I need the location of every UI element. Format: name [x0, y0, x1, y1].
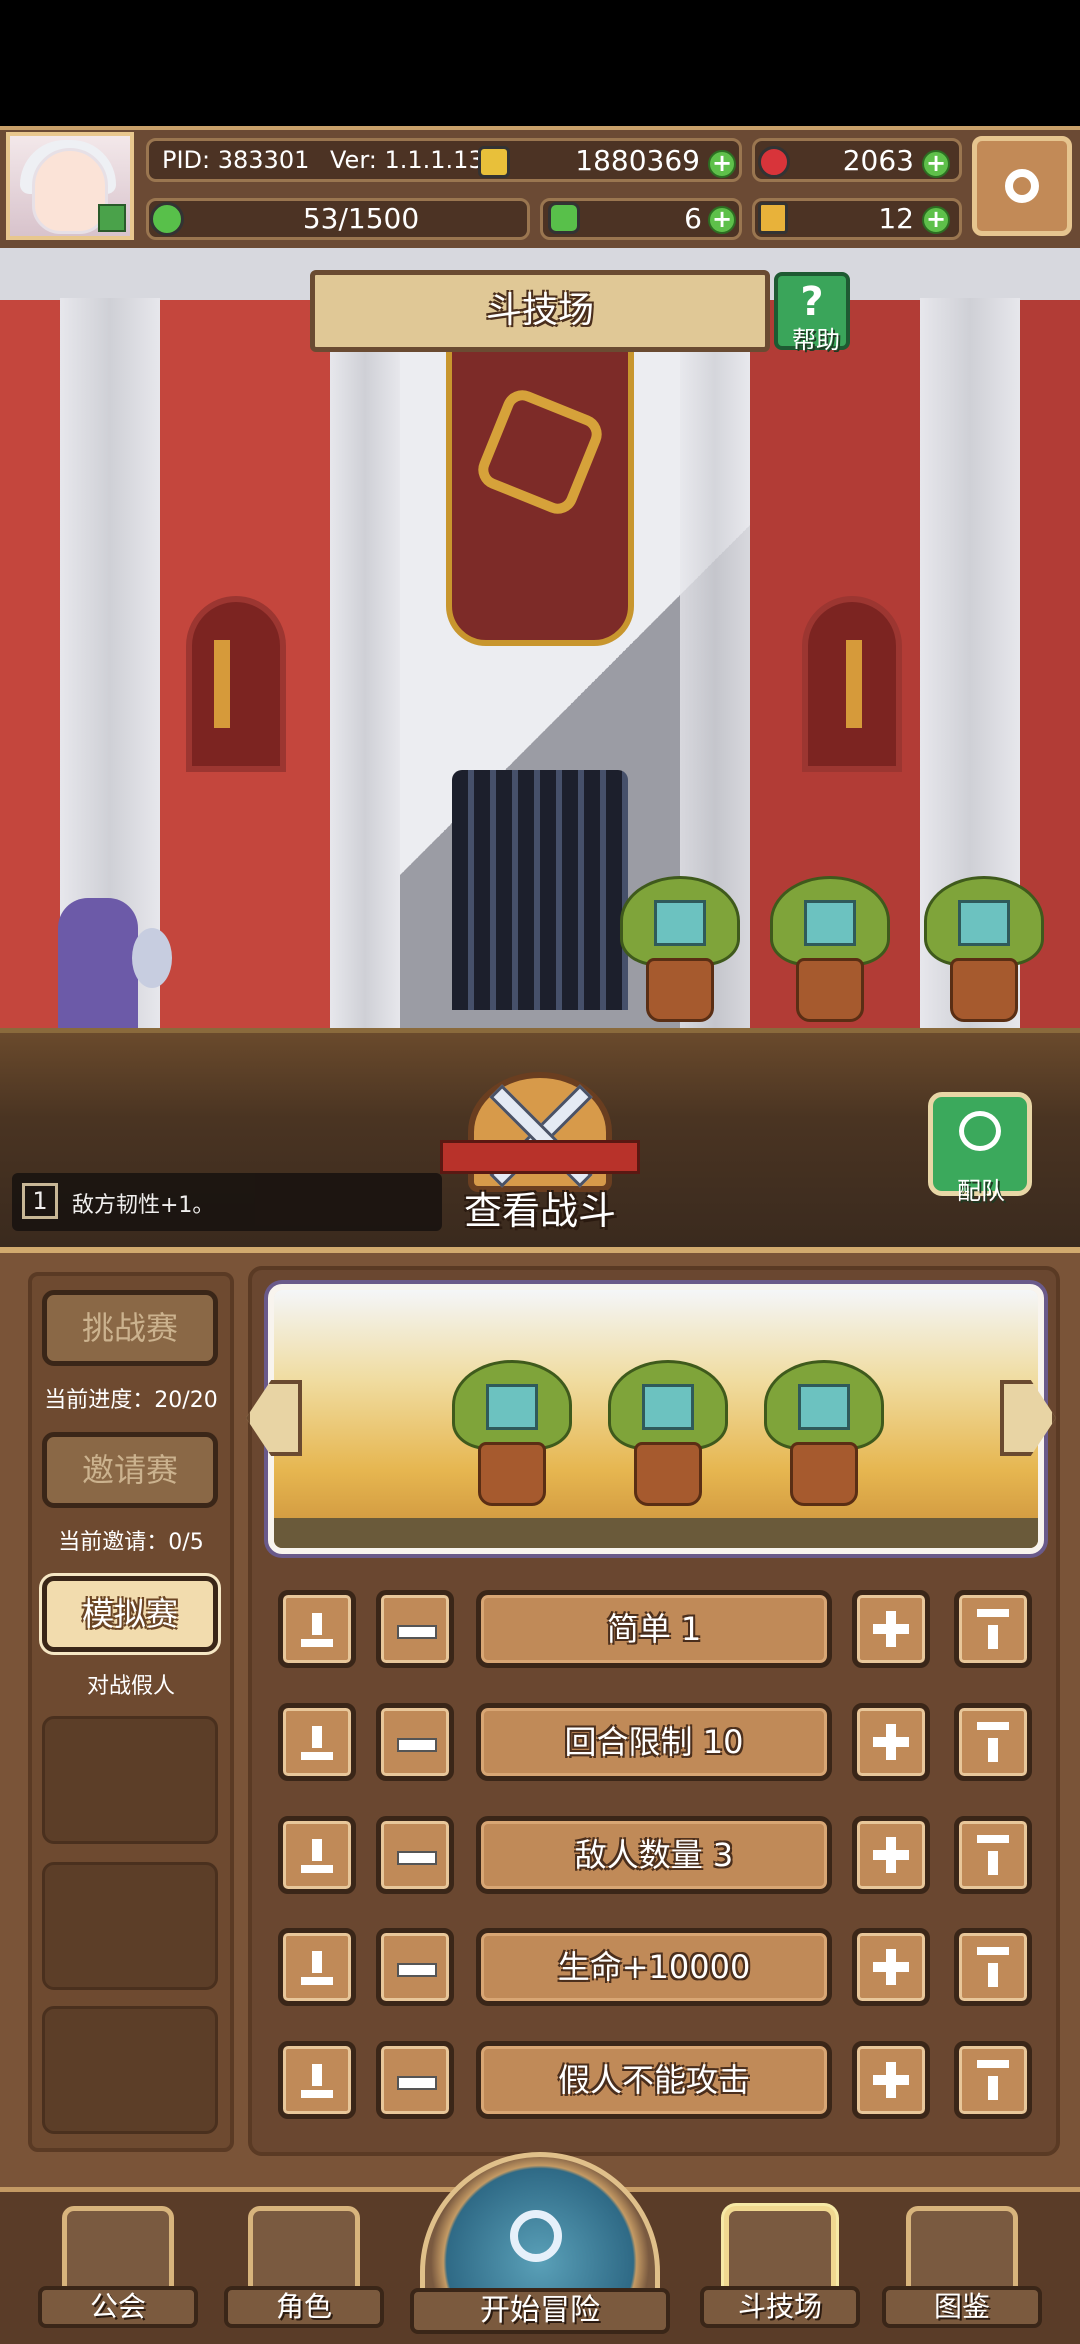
simulation-desc: 对战假人: [86, 1674, 175, 1699]
arena-title: 斗技场: [485, 290, 594, 331]
gold-coin-icon: [478, 146, 510, 178]
team-setup-button[interactable]: 配队: [928, 1092, 1032, 1205]
enemy-dummy-sprite: [764, 1360, 884, 1510]
max-button[interactable]: [954, 1928, 1032, 2006]
settings-gear-icon[interactable]: [972, 136, 1072, 236]
team-label: 配队: [957, 1177, 1005, 1205]
tab-challenge[interactable]: 挑战赛: [42, 1290, 218, 1366]
enemy-dummy-sprite: [620, 876, 740, 1026]
nav-adventure[interactable]: 开始冒险: [410, 2152, 670, 2339]
wall-niche: [186, 596, 286, 772]
player-hero-sprite: [28, 868, 178, 1033]
add-gold-button[interactable]: +: [708, 150, 736, 178]
plus-button[interactable]: [852, 2041, 930, 2119]
min-button[interactable]: [278, 1703, 356, 1781]
nav-guild[interactable]: 公会: [38, 2196, 198, 2328]
minus-button[interactable]: [376, 1816, 454, 1894]
team-icon: [959, 1111, 1001, 1151]
nav-codex[interactable]: 图鉴: [882, 2196, 1042, 2328]
player-avatar[interactable]: [6, 132, 134, 240]
clover-amount: 6: [684, 202, 702, 235]
stamina-icon: [150, 202, 184, 236]
portcullis: [452, 770, 628, 1010]
minus-button[interactable]: [376, 1590, 454, 1668]
max-button[interactable]: [954, 1590, 1032, 1668]
dummy-attack-option: 假人不能攻击: [476, 2041, 832, 2119]
max-button[interactable]: [954, 1816, 1032, 1894]
clover-icon: [548, 202, 580, 234]
min-button[interactable]: [278, 1928, 356, 2006]
empty-slot: [42, 1716, 218, 1844]
nav-arena[interactable]: 斗技场: [700, 2196, 860, 2328]
gold-amount: 1880369: [575, 144, 700, 177]
sword-ornament-icon: [214, 640, 230, 728]
minus-button[interactable]: [376, 2041, 454, 2119]
max-button[interactable]: [954, 1703, 1032, 1781]
stamina-value: 53/1500: [302, 202, 420, 235]
sword-ornament-icon: [846, 640, 862, 728]
pillar: [330, 308, 400, 1033]
plus-button[interactable]: [852, 1590, 930, 1668]
arena-title-bar: 斗技场: [310, 270, 770, 352]
player-id: PID: 383301: [162, 146, 310, 174]
difficulty-option: 简单 1: [476, 1590, 832, 1668]
empty-slot: [42, 2006, 218, 2134]
arena-banner: [446, 346, 634, 646]
magnifier-icon: [510, 2210, 562, 2262]
arena-icon: [724, 2206, 836, 2298]
enemy-count-option: 敌人数量 3: [476, 1816, 832, 1894]
guild-icon: [62, 2206, 174, 2298]
min-button[interactable]: [278, 1590, 356, 1668]
help-label: 帮助: [792, 326, 840, 354]
help-button[interactable]: ? 帮助: [774, 272, 850, 354]
tab-simulation[interactable]: 模拟赛: [42, 1576, 218, 1652]
enemy-dummy-sprite: [770, 876, 890, 1026]
add-clover-button[interactable]: +: [708, 206, 736, 234]
buff-number: 1: [22, 1183, 58, 1219]
nav-guild-label: 公会: [38, 2286, 198, 2328]
avatar-face: [32, 148, 108, 234]
enemy-dummy-sprite: [924, 876, 1044, 1026]
ticket-amount: 12: [878, 202, 914, 235]
red-gem-icon: [758, 146, 790, 178]
codex-book-icon: [906, 2206, 1018, 2298]
nav-codex-label: 图鉴: [882, 2286, 1042, 2328]
min-button[interactable]: [278, 2041, 356, 2119]
add-ticket-button[interactable]: +: [922, 206, 950, 234]
minus-button[interactable]: [376, 1928, 454, 2006]
hp-bonus-option: 生命+10000: [476, 1928, 832, 2006]
plus-button[interactable]: [852, 1703, 930, 1781]
empty-slot: [42, 1862, 218, 1990]
nav-character[interactable]: 角色: [224, 2196, 384, 2328]
enemy-dummy-sprite: [452, 1360, 572, 1510]
min-button[interactable]: [278, 1816, 356, 1894]
nav-character-label: 角色: [224, 2286, 384, 2328]
nav-arena-label: 斗技场: [700, 2286, 860, 2328]
plus-button[interactable]: [852, 1928, 930, 2006]
buff-text: 敌方韧性+1。: [72, 1193, 215, 1218]
nav-adventure-label: 开始冒险: [410, 2288, 670, 2334]
ticket-icon: [758, 202, 788, 234]
gem-amount: 2063: [842, 144, 914, 177]
enemy-dummy-sprite: [608, 1360, 728, 1510]
challenge-progress: 当前进度：20/20: [44, 1388, 218, 1413]
tab-invitation[interactable]: 邀请赛: [42, 1432, 218, 1508]
enemy-preview: [268, 1284, 1044, 1554]
invitation-count: 当前邀请：0/5: [58, 1530, 204, 1555]
minus-button[interactable]: [376, 1703, 454, 1781]
character-icon: [248, 2206, 360, 2298]
version-label: Ver: 1.1.1.13: [330, 146, 484, 174]
add-gem-button[interactable]: +: [922, 150, 950, 178]
view-battle-label[interactable]: 查看战斗: [440, 1180, 640, 1235]
avatar-badge-icon: [98, 204, 126, 232]
plus-button[interactable]: [852, 1816, 930, 1894]
buff-banner: 1 敌方韧性+1。: [12, 1173, 442, 1231]
round-limit-option: 回合限制 10: [476, 1703, 832, 1781]
max-button[interactable]: [954, 2041, 1032, 2119]
arena-scene: [0, 248, 1080, 1033]
